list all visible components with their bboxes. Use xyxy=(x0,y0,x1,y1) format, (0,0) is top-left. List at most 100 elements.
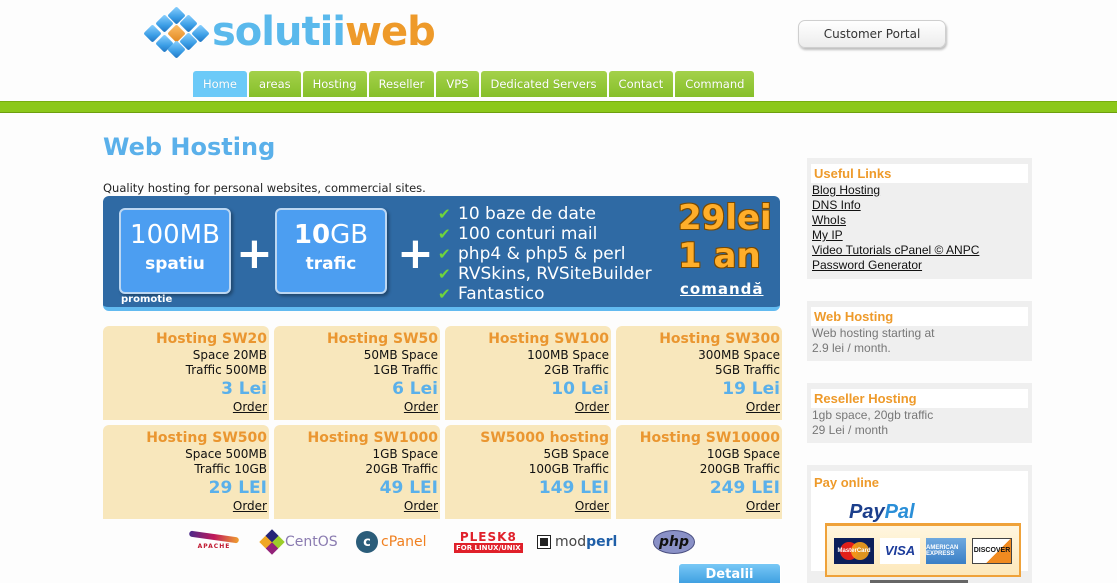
feature-text: php4 & php5 & perl xyxy=(458,244,626,264)
plus-icon: + xyxy=(236,228,273,279)
nav-tab-vps[interactable]: VPS xyxy=(436,71,479,97)
plan-name: Hosting SW100 xyxy=(488,331,609,347)
feature-text: 10 baze de date xyxy=(458,204,597,224)
plan-traffic: 200GB Traffic xyxy=(699,462,780,476)
banner-price: 29lei 1 an xyxy=(678,199,772,275)
centos-icon xyxy=(259,529,285,555)
plan-card: Hosting SW50 50MB Space 1GB Traffic 6 Le… xyxy=(274,326,440,420)
link-my-ip[interactable]: My IP xyxy=(811,228,1028,243)
plan-space: 1GB Space xyxy=(372,447,438,461)
plan-price: 149 LEI xyxy=(538,478,609,498)
web-hosting-text: Web hosting starting at xyxy=(812,326,935,340)
reseller-hosting-text: 1gb space, 20gb traffic xyxy=(812,408,934,422)
banner-order-link[interactable]: comandă xyxy=(680,280,764,298)
link-whois[interactable]: WhoIs xyxy=(811,213,1028,228)
customer-portal-button[interactable]: Customer Portal xyxy=(798,20,946,48)
useful-links-title: Useful Links xyxy=(811,164,1028,183)
amex-icon: AMERICAN EXPRESS xyxy=(926,537,966,564)
nav-tab-areas[interactable]: areas xyxy=(248,71,301,97)
plan-traffic: 5GB Traffic xyxy=(714,363,780,377)
feature-item: ✔ php4 & php5 & perl xyxy=(438,244,652,264)
space-unit: MB xyxy=(179,220,220,250)
plan-order-link[interactable]: Order xyxy=(274,400,438,414)
link-password-generator[interactable]: Password Generator xyxy=(811,258,1028,273)
plan-name: Hosting SW500 xyxy=(146,430,267,446)
nav-tab-command[interactable]: Command xyxy=(675,71,755,97)
cpanel-icon: c xyxy=(356,531,378,553)
banner-price-value: 29lei xyxy=(678,198,772,238)
php-logo: php xyxy=(653,530,695,554)
plans-grid: Hosting SW20 Space 20MB Traffic 500MB 3 … xyxy=(103,326,782,519)
modperl-label-b: perl xyxy=(586,534,618,550)
plan-name: Hosting SW1000 xyxy=(307,430,438,446)
plan-space: 10GB Space xyxy=(706,447,780,461)
mastercard-label: MasterCard xyxy=(837,547,871,554)
feature-item: ✔ RVSkins, RVSiteBuilder xyxy=(438,264,652,284)
link-dns-info[interactable]: DNS Info xyxy=(811,198,1028,213)
traffic-value: 10 xyxy=(293,220,331,250)
plan-card: Hosting SW100 100MB Space 2GB Traffic 10… xyxy=(445,326,611,420)
reseller-hosting-title[interactable]: Reseller Hosting xyxy=(811,389,1028,408)
plan-space: 5GB Space xyxy=(543,447,609,461)
logo-text: solutiiweb xyxy=(212,9,436,55)
plan-name: SW5000 hosting xyxy=(480,430,609,446)
modperl-logo: mod perl xyxy=(537,528,618,556)
space-box: 100MB spatiu xyxy=(119,208,231,294)
plan-space: Space 500MB xyxy=(185,447,267,461)
details-button[interactable]: Detalii xyxy=(678,563,781,583)
paypal-logo[interactable]: PayPal xyxy=(849,501,915,524)
pay-online-title: Pay online xyxy=(814,473,1025,492)
site-logo[interactable]: solutiiweb xyxy=(140,6,436,59)
plus-icon: + xyxy=(397,228,434,279)
plan-order-link[interactable]: Order xyxy=(445,499,609,513)
plan-name: Hosting SW50 xyxy=(326,331,438,347)
web-hosting-title[interactable]: Web Hosting xyxy=(811,307,1028,326)
plan-card: Hosting SW1000 1GB Space 20GB Traffic 49… xyxy=(274,425,440,519)
cpanel-label: cPanel xyxy=(381,534,427,550)
plan-traffic: 1GB Traffic xyxy=(372,363,438,377)
check-icon: ✔ xyxy=(438,225,451,243)
plan-price: 19 Lei xyxy=(722,379,780,399)
plan-order-link[interactable]: Order xyxy=(274,499,438,513)
main-nav: Home areas Hosting Reseller VPS Dedicate… xyxy=(193,71,755,97)
plan-space: 100MB Space xyxy=(527,348,609,362)
check-icon: ✔ xyxy=(438,265,451,283)
logo-text-part2: web xyxy=(345,9,436,55)
cpanel-logo: c cPanel xyxy=(356,528,426,556)
apache-feather-icon xyxy=(188,530,240,544)
nav-tab-hosting[interactable]: Hosting xyxy=(302,71,367,97)
check-icon: ✔ xyxy=(438,245,451,263)
apache-label: APACHE xyxy=(197,543,231,550)
link-blog-hosting[interactable]: Blog Hosting xyxy=(811,183,1028,198)
plan-card: SW5000 hosting 5GB Space 100GB Traffic 1… xyxy=(445,425,611,519)
plan-order-link[interactable]: Order xyxy=(103,400,267,414)
plan-traffic: 100GB Traffic xyxy=(528,462,609,476)
feature-text: RVSkins, RVSiteBuilder xyxy=(458,264,652,284)
nav-tab-contact[interactable]: Contact xyxy=(608,71,674,97)
nav-tab-reseller[interactable]: Reseller xyxy=(368,71,435,97)
plan-order-link[interactable]: Order xyxy=(616,499,780,513)
nav-tab-dedicated-servers[interactable]: Dedicated Servers xyxy=(480,71,607,97)
promo-banner[interactable]: 100MB spatiu + 10GB trafic + promotie ✔ 1… xyxy=(103,196,780,311)
traffic-box: 10GB trafic xyxy=(275,208,387,294)
plan-traffic: Traffic 10GB xyxy=(194,462,267,476)
payment-cards[interactable]: MasterCard VISA AMERICAN EXPRESS DISCOVE… xyxy=(825,523,1021,577)
space-label: spatiu xyxy=(145,254,205,274)
plan-space: 50MB Space xyxy=(363,348,438,362)
banner-price-period: 1 an xyxy=(678,236,761,276)
plan-price: 49 LEI xyxy=(379,478,438,498)
plan-order-link[interactable]: Order xyxy=(445,400,609,414)
web-hosting-price: 2.9 lei / month. xyxy=(812,341,891,355)
logo-text-part1: solutii xyxy=(212,9,346,55)
link-video-tutorials[interactable]: Video Tutorials cPanel © ANPC xyxy=(811,243,1028,258)
modperl-label-a: mod xyxy=(555,534,587,550)
paypal-text-b: Pal xyxy=(884,501,915,523)
plan-order-link[interactable]: Order xyxy=(616,400,780,414)
useful-links-box: Useful Links Blog Hosting DNS Info WhoIs… xyxy=(807,158,1032,279)
nav-tab-home[interactable]: Home xyxy=(193,71,247,97)
feature-item: ✔ 10 baze de date xyxy=(438,204,652,224)
plan-traffic: Traffic 500MB xyxy=(185,363,267,377)
plan-traffic: 2GB Traffic xyxy=(543,363,609,377)
plan-name: Hosting SW20 xyxy=(155,331,267,347)
plan-order-link[interactable]: Order xyxy=(103,499,267,513)
